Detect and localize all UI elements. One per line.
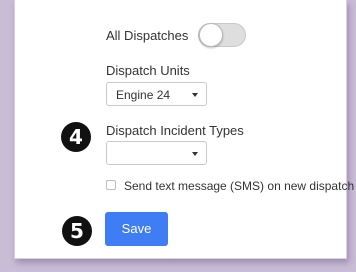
step-5-badge: 5: [62, 216, 92, 246]
dispatch-units-select[interactable]: Engine 24: [106, 82, 207, 106]
toggle-knob: [199, 23, 223, 47]
save-button[interactable]: Save: [105, 212, 168, 246]
all-dispatches-label: All Dispatches: [106, 28, 189, 43]
dispatch-units-label: Dispatch Units: [106, 63, 190, 78]
settings-panel: All Dispatches Dispatch Units Engine 24 …: [14, 0, 354, 259]
chevron-down-icon: [192, 93, 198, 97]
incident-types-label: Dispatch Incident Types: [106, 123, 244, 138]
chevron-down-icon: [192, 152, 198, 156]
all-dispatches-toggle[interactable]: [198, 23, 246, 47]
step-4-badge: 4: [61, 122, 91, 152]
incident-types-select[interactable]: [106, 141, 207, 165]
sms-label: Send text message (SMS) on new dispatch: [124, 179, 355, 193]
sms-checkbox[interactable]: [106, 180, 116, 190]
dispatch-units-value: Engine 24: [116, 88, 171, 102]
